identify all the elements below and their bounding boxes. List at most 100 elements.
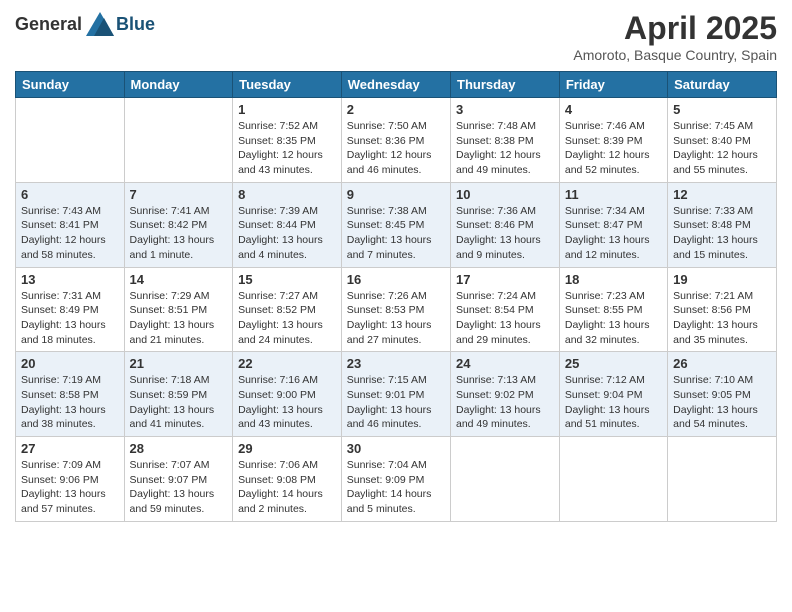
table-row: 23 Sunrise: 7:15 AMSunset: 9:01 PMDayligh…: [341, 352, 450, 437]
table-row: 22 Sunrise: 7:16 AMSunset: 9:00 PMDayligh…: [233, 352, 342, 437]
day-number: 1: [238, 102, 336, 117]
calendar-week-row: 1 Sunrise: 7:52 AMSunset: 8:35 PMDaylight…: [16, 98, 777, 183]
calendar-week-row: 20Sunrise: 7:19 AMSunset: 8:58 PMDayligh…: [16, 352, 777, 437]
header: General Blue April 2025 Amoroto, Basque …: [15, 10, 777, 63]
day-info: Sunrise: 7:07 AMSunset: 9:07 PMDaylight:…: [130, 458, 228, 517]
calendar-week-row: 6Sunrise: 7:43 AMSunset: 8:41 PMDaylight…: [16, 182, 777, 267]
day-number: 28: [130, 441, 228, 456]
day-number: 15: [238, 272, 336, 287]
day-number: 20: [21, 356, 119, 371]
day-info: Sunrise: 7:38 AMSunset: 8:45 PMDaylight:…: [347, 204, 445, 263]
col-sunday: Sunday: [16, 72, 125, 98]
calendar-header-row: Sunday Monday Tuesday Wednesday Thursday…: [16, 72, 777, 98]
day-number: 16: [347, 272, 445, 287]
table-row: 5Sunrise: 7:45 AMSunset: 8:40 PMDaylight…: [668, 98, 777, 183]
table-row: 16 Sunrise: 7:26 AMSunset: 8:53 PMDayligh…: [341, 267, 450, 352]
day-number: 30: [347, 441, 445, 456]
table-row: 21 Sunrise: 7:18 AMSunset: 8:59 PMDayligh…: [124, 352, 233, 437]
day-info: Sunrise: 7:15 AMSunset: 9:01 PMDaylight:…: [347, 373, 445, 432]
table-row: 28 Sunrise: 7:07 AMSunset: 9:07 PMDayligh…: [124, 437, 233, 522]
table-row: 15 Sunrise: 7:27 AMSunset: 8:52 PMDayligh…: [233, 267, 342, 352]
day-number: 18: [565, 272, 662, 287]
table-row: [668, 437, 777, 522]
table-row: 13Sunrise: 7:31 AMSunset: 8:49 PMDayligh…: [16, 267, 125, 352]
table-row: 30 Sunrise: 7:04 AMSunset: 9:09 PMDayligh…: [341, 437, 450, 522]
day-number: 5: [673, 102, 771, 117]
day-info: Sunrise: 7:46 AMSunset: 8:39 PMDaylight:…: [565, 119, 662, 178]
day-number: 27: [21, 441, 119, 456]
logo-icon: [84, 10, 116, 38]
day-number: 21: [130, 356, 228, 371]
day-info: Sunrise: 7:43 AMSunset: 8:41 PMDaylight:…: [21, 204, 119, 263]
day-number: 10: [456, 187, 554, 202]
day-number: 17: [456, 272, 554, 287]
day-info: Sunrise: 7:09 AMSunset: 9:06 PMDaylight:…: [21, 458, 119, 517]
col-monday: Monday: [124, 72, 233, 98]
table-row: 3 Sunrise: 7:48 AMSunset: 8:38 PMDaylight…: [451, 98, 560, 183]
day-number: 22: [238, 356, 336, 371]
day-number: 23: [347, 356, 445, 371]
day-number: 24: [456, 356, 554, 371]
day-info: Sunrise: 7:18 AMSunset: 8:59 PMDaylight:…: [130, 373, 228, 432]
day-number: 14: [130, 272, 228, 287]
logo-general: General: [15, 14, 82, 35]
calendar-table: Sunday Monday Tuesday Wednesday Thursday…: [15, 71, 777, 522]
table-row: 7Sunrise: 7:41 AMSunset: 8:42 PMDaylight…: [124, 182, 233, 267]
table-row: 19 Sunrise: 7:21 AMSunset: 8:56 PMDayligh…: [668, 267, 777, 352]
table-row: 26Sunrise: 7:10 AMSunset: 9:05 PMDayligh…: [668, 352, 777, 437]
col-tuesday: Tuesday: [233, 72, 342, 98]
col-saturday: Saturday: [668, 72, 777, 98]
day-number: 12: [673, 187, 771, 202]
day-info: Sunrise: 7:39 AMSunset: 8:44 PMDaylight:…: [238, 204, 336, 263]
day-info: Sunrise: 7:52 AMSunset: 8:35 PMDaylight:…: [238, 119, 336, 178]
day-info: Sunrise: 7:33 AMSunset: 8:48 PMDaylight:…: [673, 204, 771, 263]
table-row: 18 Sunrise: 7:23 AMSunset: 8:55 PMDayligh…: [559, 267, 667, 352]
table-row: [451, 437, 560, 522]
day-info: Sunrise: 7:23 AMSunset: 8:55 PMDaylight:…: [565, 289, 662, 348]
day-info: Sunrise: 7:34 AMSunset: 8:47 PMDaylight:…: [565, 204, 662, 263]
day-number: 26: [673, 356, 771, 371]
day-number: 11: [565, 187, 662, 202]
table-row: [16, 98, 125, 183]
day-info: Sunrise: 7:50 AMSunset: 8:36 PMDaylight:…: [347, 119, 445, 178]
title-section: April 2025 Amoroto, Basque Country, Spai…: [573, 10, 777, 63]
calendar-week-row: 13Sunrise: 7:31 AMSunset: 8:49 PMDayligh…: [16, 267, 777, 352]
day-info: Sunrise: 7:06 AMSunset: 9:08 PMDaylight:…: [238, 458, 336, 517]
day-number: 29: [238, 441, 336, 456]
day-info: Sunrise: 7:41 AMSunset: 8:42 PMDaylight:…: [130, 204, 228, 263]
day-info: Sunrise: 7:27 AMSunset: 8:52 PMDaylight:…: [238, 289, 336, 348]
table-row: 24 Sunrise: 7:13 AMSunset: 9:02 PMDayligh…: [451, 352, 560, 437]
logo-blue: Blue: [116, 14, 155, 35]
day-info: Sunrise: 7:12 AMSunset: 9:04 PMDaylight:…: [565, 373, 662, 432]
day-number: 3: [456, 102, 554, 117]
table-row: 29 Sunrise: 7:06 AMSunset: 9:08 PMDayligh…: [233, 437, 342, 522]
table-row: 4 Sunrise: 7:46 AMSunset: 8:39 PMDaylight…: [559, 98, 667, 183]
day-info: Sunrise: 7:24 AMSunset: 8:54 PMDaylight:…: [456, 289, 554, 348]
table-row: 6Sunrise: 7:43 AMSunset: 8:41 PMDaylight…: [16, 182, 125, 267]
table-row: 17 Sunrise: 7:24 AMSunset: 8:54 PMDayligh…: [451, 267, 560, 352]
logo: General Blue: [15, 10, 155, 38]
day-info: Sunrise: 7:26 AMSunset: 8:53 PMDaylight:…: [347, 289, 445, 348]
day-info: Sunrise: 7:31 AMSunset: 8:49 PMDaylight:…: [21, 289, 119, 348]
table-row: 2Sunrise: 7:50 AMSunset: 8:36 PMDaylight…: [341, 98, 450, 183]
day-info: Sunrise: 7:48 AMSunset: 8:38 PMDaylight:…: [456, 119, 554, 178]
day-info: Sunrise: 7:21 AMSunset: 8:56 PMDaylight:…: [673, 289, 771, 348]
month-year: April 2025: [573, 10, 777, 47]
day-info: Sunrise: 7:16 AMSunset: 9:00 PMDaylight:…: [238, 373, 336, 432]
day-info: Sunrise: 7:29 AMSunset: 8:51 PMDaylight:…: [130, 289, 228, 348]
table-row: 27 Sunrise: 7:09 AMSunset: 9:06 PMDayligh…: [16, 437, 125, 522]
table-row: 12 Sunrise: 7:33 AMSunset: 8:48 PMDayligh…: [668, 182, 777, 267]
day-number: 4: [565, 102, 662, 117]
day-number: 19: [673, 272, 771, 287]
col-wednesday: Wednesday: [341, 72, 450, 98]
col-friday: Friday: [559, 72, 667, 98]
day-number: 9: [347, 187, 445, 202]
day-info: Sunrise: 7:04 AMSunset: 9:09 PMDaylight:…: [347, 458, 445, 517]
table-row: 1 Sunrise: 7:52 AMSunset: 8:35 PMDaylight…: [233, 98, 342, 183]
table-row: 11 Sunrise: 7:34 AMSunset: 8:47 PMDayligh…: [559, 182, 667, 267]
main-container: General Blue April 2025 Amoroto, Basque …: [0, 0, 792, 537]
table-row: 9 Sunrise: 7:38 AMSunset: 8:45 PMDaylight…: [341, 182, 450, 267]
location: Amoroto, Basque Country, Spain: [573, 47, 777, 63]
day-info: Sunrise: 7:13 AMSunset: 9:02 PMDaylight:…: [456, 373, 554, 432]
table-row: 14 Sunrise: 7:29 AMSunset: 8:51 PMDayligh…: [124, 267, 233, 352]
